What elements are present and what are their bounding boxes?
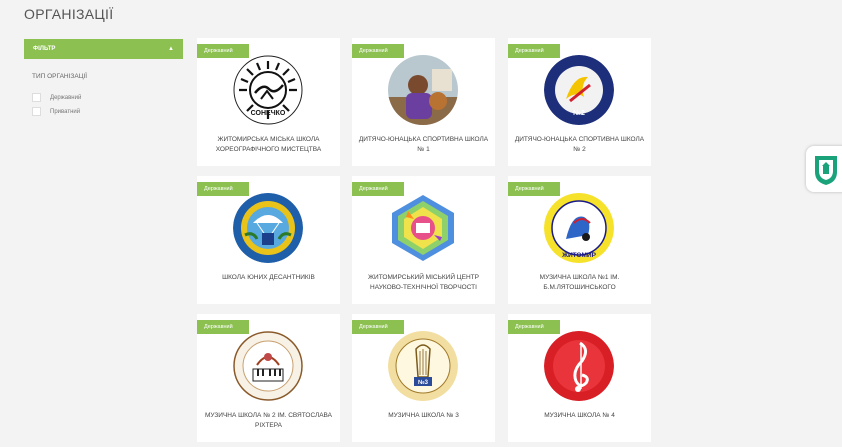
organization-card[interactable]: Державний ЖИТОМИРСЬКИЙ МІСЬКИЙ ЦЕНТР НАУ…: [352, 176, 495, 304]
paratroopers-logo: [233, 193, 303, 263]
music-school-3-logo: №3: [388, 331, 458, 401]
science-center-logo: [388, 193, 458, 263]
sports-school-2-logo: №2: [544, 55, 614, 125]
music-school-4-logo: [544, 331, 614, 401]
music-school-2-logo: [233, 331, 303, 401]
organization-name: ШКОЛА ЮНИХ ДЕСАНТНИКІВ: [222, 274, 315, 281]
filter-option-private[interactable]: Приватний: [32, 107, 80, 116]
organization-card[interactable]: Державний ШКОЛА ЮНИХ ДЕСАНТНИКІВ: [197, 176, 340, 304]
organization-name: МУЗИЧНА ШКОЛА № 4: [544, 412, 615, 419]
logo-text: №3: [418, 379, 429, 386]
state-checkbox[interactable]: [32, 93, 41, 102]
filter-option-state[interactable]: Державний: [32, 93, 81, 102]
status-badge: Державний: [508, 320, 560, 334]
state-option-label: Державний: [50, 94, 82, 101]
organization-name: ЖИТОМИРСЬКА МІСЬКА ШКОЛА ХОРЕОГРАФІЧНОГО…: [215, 136, 322, 153]
filter-toggle[interactable]: ФІЛЬТР ▲: [24, 39, 183, 59]
organization-card[interactable]: Державний ДИТЯЧО-ЮНАЦЬКА СПОРТИВНА ШКОЛА…: [352, 38, 495, 166]
status-badge: Державний: [197, 320, 249, 334]
status-badge: Державний: [197, 182, 249, 196]
chevron-up-icon[interactable]: ▲: [168, 46, 174, 52]
city-portal-tab[interactable]: [806, 146, 842, 192]
choreography-school-logo: СОНЕЧКО: [233, 55, 303, 125]
music-school-1-logo: ЖИТОМИР: [544, 193, 614, 263]
status-badge: Державний: [197, 44, 249, 58]
logo-text: ЖИТОМИР: [561, 252, 596, 259]
status-badge: Державний: [352, 182, 404, 196]
sports-school-photo: [388, 55, 458, 125]
organization-name: МУЗИЧНА ШКОЛА № 2 ІМ. СВЯТОСЛАВА РІХТЕРА: [204, 412, 333, 429]
organization-name: ДИТЯЧО-ЮНАЦЬКА СПОРТИВНА ШКОЛА № 1: [358, 136, 489, 153]
organization-type-heading: ТИП ОРГАНІЗАЦІЇ: [32, 73, 88, 80]
status-badge: Державний: [352, 44, 404, 58]
page-title: ОРГАНІЗАЦІЇ: [24, 6, 114, 22]
private-option-label: Приватний: [50, 108, 81, 115]
organization-name: ЖИТОМИРСЬКИЙ МІСЬКИЙ ЦЕНТР НАУКОВО-ТЕХНІ…: [368, 274, 479, 291]
organization-card[interactable]: Державний №3 МУЗИЧНА ШКОЛА № 3: [352, 314, 495, 442]
filter-label: ФІЛЬТР: [33, 46, 56, 52]
status-badge: Державний: [508, 182, 560, 196]
organization-name: ДИТЯЧО-ЮНАЦЬКА СПОРТИВНА ШКОЛА № 2: [514, 136, 645, 153]
city-crest-icon: [815, 156, 837, 185]
logo-text: №2: [573, 109, 585, 117]
organization-card[interactable]: Державний МУЗИЧНА ШКОЛА № 4: [508, 314, 651, 442]
organization-name: МУЗИЧНА ШКОЛА № 3: [388, 412, 459, 419]
logo-text: СОНЕЧКО: [251, 110, 286, 117]
organization-card[interactable]: Державний МУЗИЧНА ШКОЛА № 2 ІМ. СВЯТОСЛА…: [197, 314, 340, 442]
organization-name: МУЗИЧНА ШКОЛА №1 ІМ. Б.М.ЛЯТОШИНСЬКОГО: [539, 274, 620, 291]
status-badge: Державний: [352, 320, 404, 334]
organization-card[interactable]: Державний СОНЕЧКО ЖИТОМИРСЬКА МІСЬКА ШКО…: [197, 38, 340, 166]
status-badge: Державний: [508, 44, 560, 58]
organization-card[interactable]: Державний №2 ДИТЯЧО-ЮНАЦЬКА СПОРТИВНА ШК…: [508, 38, 651, 166]
organization-card[interactable]: Державний ЖИТОМИР МУЗИЧНА ШКОЛА №1 ІМ. Б…: [508, 176, 651, 304]
private-checkbox[interactable]: [32, 107, 41, 116]
